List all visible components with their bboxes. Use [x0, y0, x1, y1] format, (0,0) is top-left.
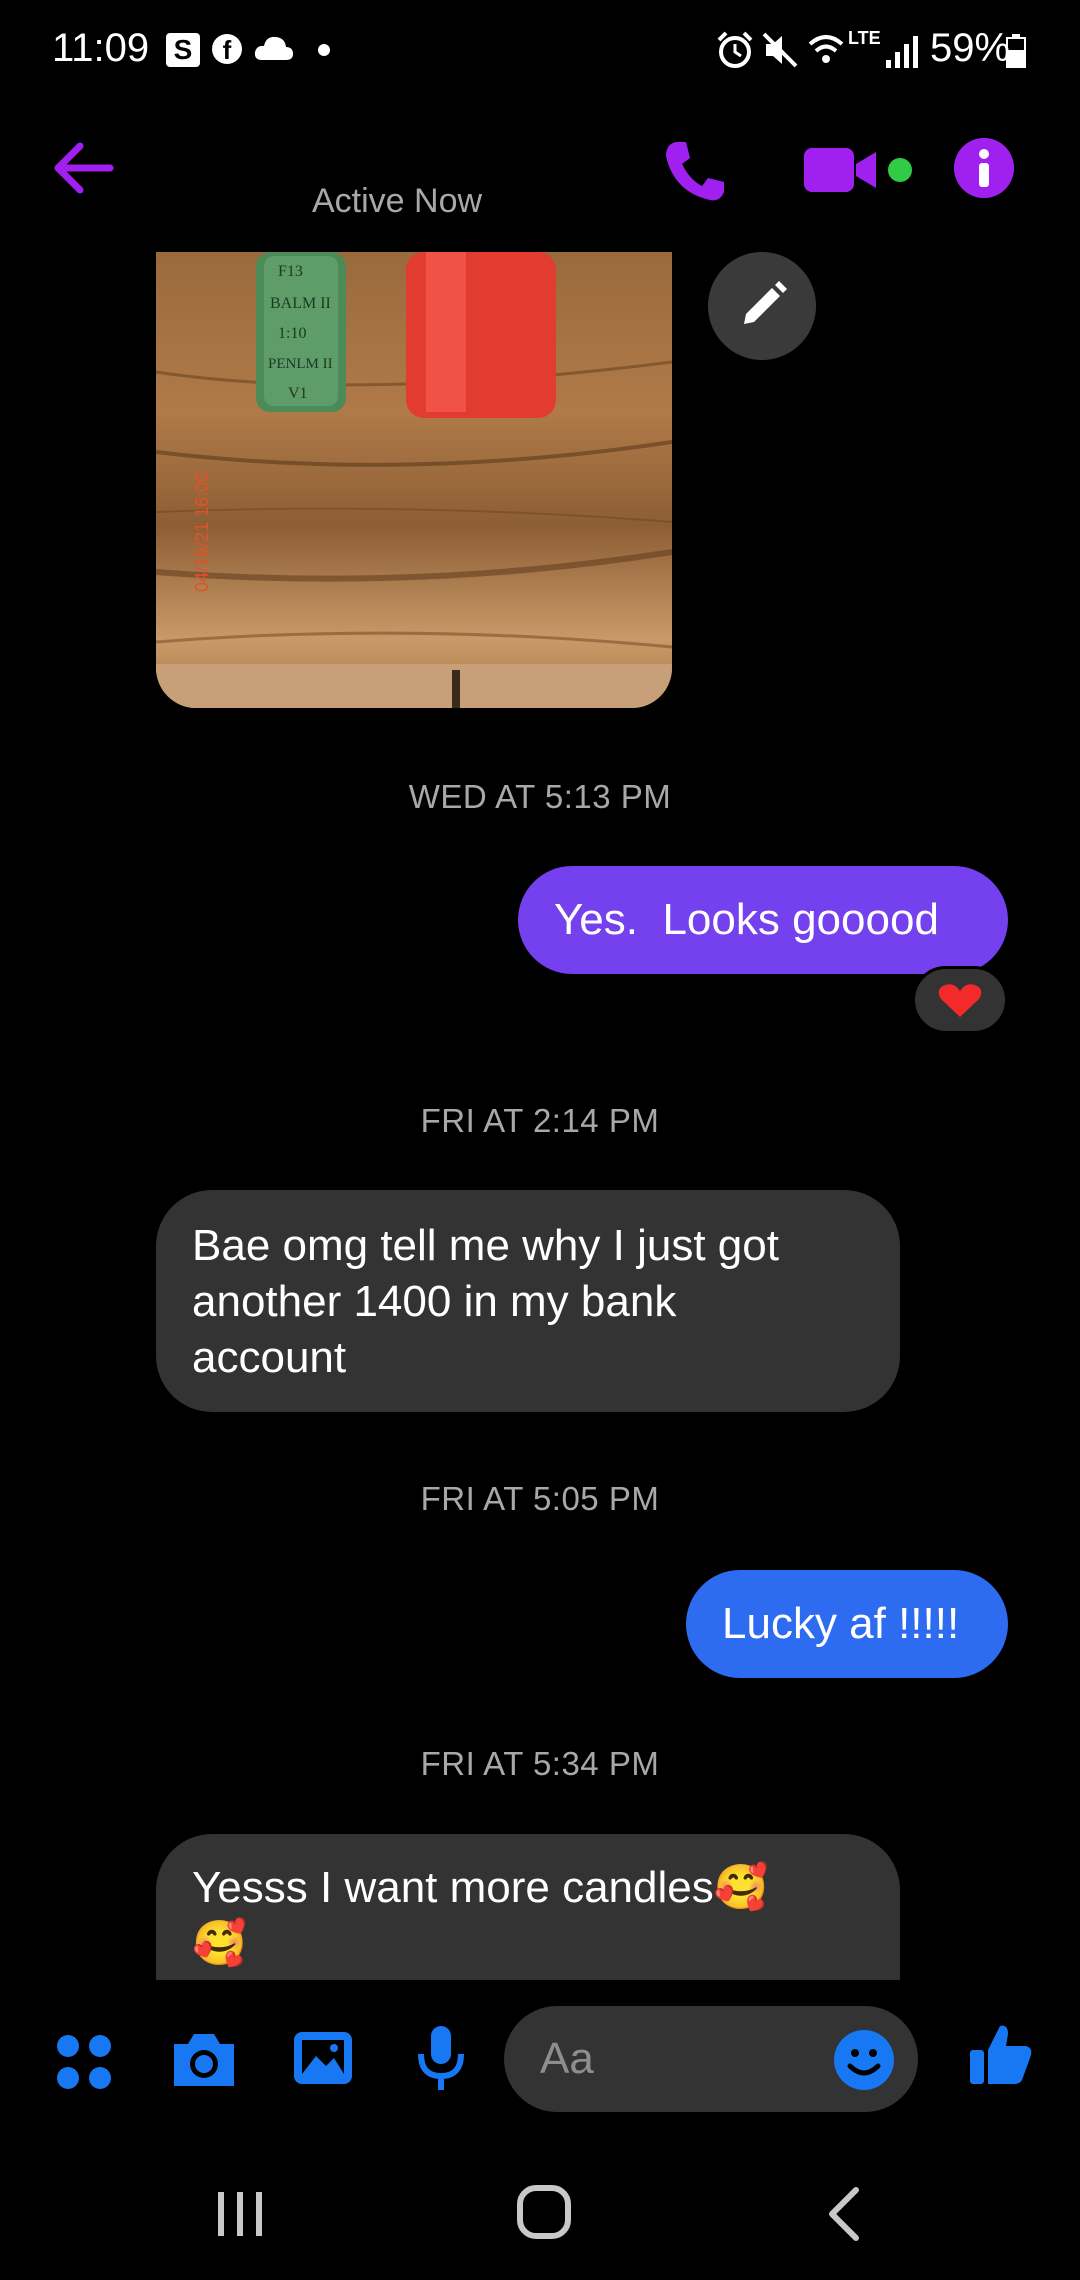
timestamp: WED AT 5:13 PM [408, 778, 672, 815]
heart-icon [938, 984, 982, 1017]
like-icon[interactable] [968, 2022, 1034, 2088]
battery-icon [1006, 34, 1026, 68]
message-text: Yes. Looks gooood [554, 895, 939, 944]
edit-photo-button[interactable] [708, 252, 816, 360]
home-icon[interactable] [516, 2184, 572, 2240]
message-input-placeholder: Aa [540, 2034, 594, 2083]
s-notification-icon: S [166, 33, 200, 67]
camera-icon[interactable] [170, 2030, 238, 2090]
bottle-label-5: V1 [288, 385, 308, 402]
bottle-label-2: BALM II [270, 295, 331, 312]
message-line: 🥰 [192, 1919, 247, 1968]
back-nav-icon[interactable] [826, 2186, 862, 2242]
info-button[interactable] [954, 138, 1014, 198]
received-message[interactable]: Bae omg tell me why I just got another 1… [156, 1190, 900, 1412]
bottle-label-4: PENLM II [268, 356, 333, 372]
apps-icon[interactable] [54, 2032, 114, 2092]
timestamp: FRI AT 2:14 PM [420, 1102, 660, 1139]
bottle-label-1: F13 [278, 263, 303, 280]
message-line: another 1400 in my bank [192, 1277, 677, 1326]
message-line: account [192, 1333, 347, 1382]
video-call-button[interactable] [804, 146, 878, 194]
wifi-icon [808, 35, 844, 63]
active-status: Active Now [312, 182, 483, 220]
recent-apps-icon[interactable] [216, 2190, 266, 2238]
active-indicator [888, 158, 912, 182]
timestamp: FRI AT 5:34 PM [420, 1745, 660, 1782]
call-button[interactable] [662, 138, 728, 204]
navigation-bar [0, 2140, 1080, 2280]
gallery-icon[interactable] [292, 2028, 354, 2088]
notification-dot-icon [318, 44, 330, 56]
shared-photo: F13 BALM II 1:10 PENLM II V1 04/16/21 16… [156, 252, 672, 708]
message-line: Bae omg tell me why I just got [192, 1221, 779, 1270]
emoji-icon[interactable] [834, 2030, 894, 2090]
message-text: Lucky af !!!!! [722, 1599, 960, 1648]
message-line: Yesss I want more candles🥰 [192, 1863, 769, 1912]
sent-message[interactable]: Yes. Looks gooood [518, 866, 1008, 974]
status-bar: 11:09 S f LTE 59% [0, 0, 1080, 100]
alarm-icon [717, 31, 753, 68]
microphone-icon[interactable] [416, 2024, 466, 2094]
battery-level: 59% [930, 26, 1011, 70]
status-time: 11:09 [52, 26, 150, 70]
mute-icon [762, 32, 798, 68]
reaction-badge[interactable] [912, 966, 1008, 1034]
cloud-icon [254, 36, 293, 60]
photo-date-stamp: 04/16/21 16:00 [192, 472, 212, 592]
bottle-label-3: 1:10 [278, 325, 306, 342]
sent-message[interactable]: Lucky af !!!!! [686, 1570, 1008, 1678]
signal-icon [886, 36, 918, 68]
received-message[interactable]: Yesss I want more candles🥰 🥰 [156, 1834, 900, 1982]
photo-message[interactable]: F13 BALM II 1:10 PENLM II V1 04/16/21 16… [156, 252, 672, 708]
lte-label: LTE [848, 28, 881, 48]
timestamp: FRI AT 5:05 PM [420, 1480, 660, 1517]
facebook-notification-icon: f [212, 34, 242, 65]
back-button[interactable] [50, 138, 116, 198]
